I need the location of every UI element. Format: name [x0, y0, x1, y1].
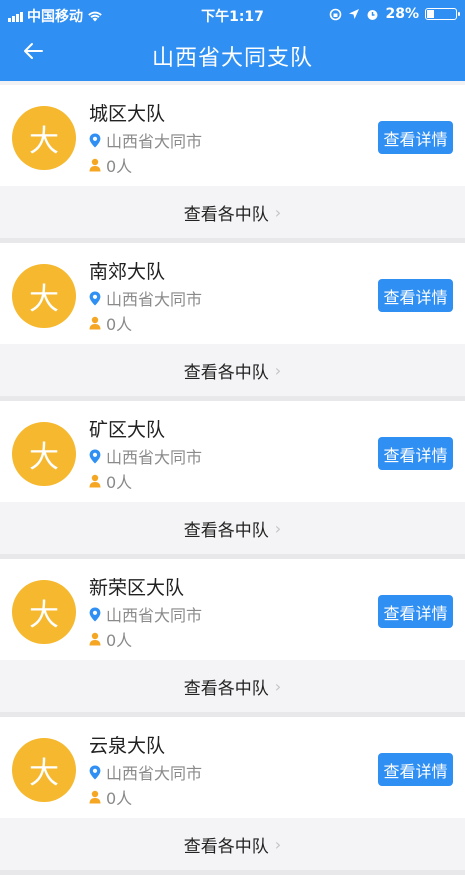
- team-avatar: 大: [12, 422, 76, 486]
- person-icon: [89, 790, 101, 804]
- team-location: 山西省大同市: [89, 444, 202, 468]
- team-location-text: 山西省大同市: [106, 606, 203, 625]
- location-pin-icon: [89, 291, 101, 305]
- team-count: 0人: [89, 469, 132, 493]
- team-card-main: 大 矿区大队 山西省大同市 0人 查看详情: [0, 401, 465, 502]
- view-squads-label: 查看各中队: [183, 836, 269, 857]
- team-card: 大 矿区大队 山西省大同市 0人 查看详情 查看各中队 ›: [0, 401, 465, 559]
- team-count-text: 0人: [106, 157, 133, 176]
- view-details-button[interactable]: 查看详情: [378, 753, 453, 786]
- team-location-text: 山西省大同市: [106, 448, 203, 467]
- person-icon: [89, 158, 101, 172]
- team-count-text: 0人: [106, 789, 133, 808]
- team-location-text: 山西省大同市: [106, 290, 203, 309]
- team-card: 大 新荣区大队 山西省大同市 0人 查看详情 查看各中队 ›: [0, 559, 465, 717]
- view-squads-link[interactable]: 查看各中队 ›: [0, 660, 465, 712]
- page-title: 山西省大同支队: [151, 46, 313, 71]
- status-bar: 中国移动 下午1:17 28%: [0, 0, 465, 28]
- team-card-main: 大 南郊大队 山西省大同市 0人 查看详情: [0, 243, 465, 344]
- lock-rotation-icon: [330, 8, 342, 20]
- app-header: 中国移动 下午1:17 28% 山西省大同支队: [0, 0, 465, 81]
- chevron-right-icon: ›: [274, 676, 282, 696]
- team-name: 云泉大队: [89, 735, 166, 757]
- view-squads-label: 查看各中队: [183, 204, 269, 225]
- team-name: 新荣区大队: [89, 577, 185, 599]
- team-name: 城区大队: [89, 103, 166, 125]
- chevron-right-icon: ›: [274, 202, 282, 222]
- location-pin-icon: [89, 607, 101, 621]
- view-details-button[interactable]: 查看详情: [378, 595, 453, 628]
- chevron-right-icon: ›: [274, 360, 282, 380]
- card-divider: [0, 870, 465, 875]
- team-card-main: 大 新荣区大队 山西省大同市 0人 查看详情: [0, 559, 465, 660]
- team-location: 山西省大同市: [89, 286, 202, 310]
- view-details-button[interactable]: 查看详情: [378, 121, 453, 154]
- location-pin-icon: [89, 765, 101, 779]
- team-count: 0人: [89, 785, 132, 809]
- alarm-icon: [367, 9, 378, 20]
- team-location-text: 山西省大同市: [106, 764, 203, 783]
- view-squads-label: 查看各中队: [183, 520, 269, 541]
- view-squads-link[interactable]: 查看各中队 ›: [0, 818, 465, 870]
- team-avatar: 大: [12, 264, 76, 328]
- team-avatar: 大: [12, 106, 76, 170]
- view-squads-link[interactable]: 查看各中队 ›: [0, 186, 465, 238]
- person-icon: [89, 316, 101, 330]
- view-details-button[interactable]: 查看详情: [378, 279, 453, 312]
- view-squads-label: 查看各中队: [183, 678, 269, 699]
- chevron-right-icon: ›: [274, 834, 282, 854]
- view-squads-link[interactable]: 查看各中队 ›: [0, 502, 465, 554]
- person-icon: [89, 474, 101, 488]
- team-location-text: 山西省大同市: [106, 132, 203, 151]
- team-count: 0人: [89, 627, 132, 651]
- team-avatar: 大: [12, 738, 76, 802]
- person-icon: [89, 632, 101, 646]
- team-count: 0人: [89, 311, 132, 335]
- location-arrow-icon: [349, 9, 360, 19]
- nav-bar: 山西省大同支队: [0, 28, 465, 81]
- team-avatar: 大: [12, 580, 76, 644]
- team-count-text: 0人: [106, 315, 133, 334]
- team-location: 山西省大同市: [89, 128, 202, 152]
- battery-icon: [425, 8, 460, 20]
- team-card: 大 城区大队 山西省大同市 0人 查看详情 查看各中队 ›: [0, 85, 465, 243]
- battery-percent: 28%: [385, 6, 419, 22]
- team-card: 大 云泉大队 山西省大同市 0人 查看详情 查看各中队 ›: [0, 717, 465, 875]
- team-card-main: 大 城区大队 山西省大同市 0人 查看详情: [0, 85, 465, 186]
- team-location: 山西省大同市: [89, 602, 202, 626]
- team-name: 南郊大队: [89, 261, 166, 283]
- location-pin-icon: [89, 449, 101, 463]
- team-count-text: 0人: [106, 631, 133, 650]
- chevron-right-icon: ›: [274, 518, 282, 538]
- team-count-text: 0人: [106, 473, 133, 492]
- location-pin-icon: [89, 133, 101, 147]
- view-details-button[interactable]: 查看详情: [378, 437, 453, 470]
- team-list: 大 城区大队 山西省大同市 0人 查看详情 查看各中队 › 大 南郊大队 山西省…: [0, 85, 465, 875]
- team-name: 矿区大队: [89, 419, 166, 441]
- view-squads-label: 查看各中队: [183, 362, 269, 383]
- team-count: 0人: [89, 153, 132, 177]
- team-card: 大 南郊大队 山西省大同市 0人 查看详情 查看各中队 ›: [0, 243, 465, 401]
- status-right: 28%: [329, 6, 460, 22]
- view-squads-link[interactable]: 查看各中队 ›: [0, 344, 465, 396]
- team-card-main: 大 云泉大队 山西省大同市 0人 查看详情: [0, 717, 465, 818]
- team-location: 山西省大同市: [89, 760, 202, 784]
